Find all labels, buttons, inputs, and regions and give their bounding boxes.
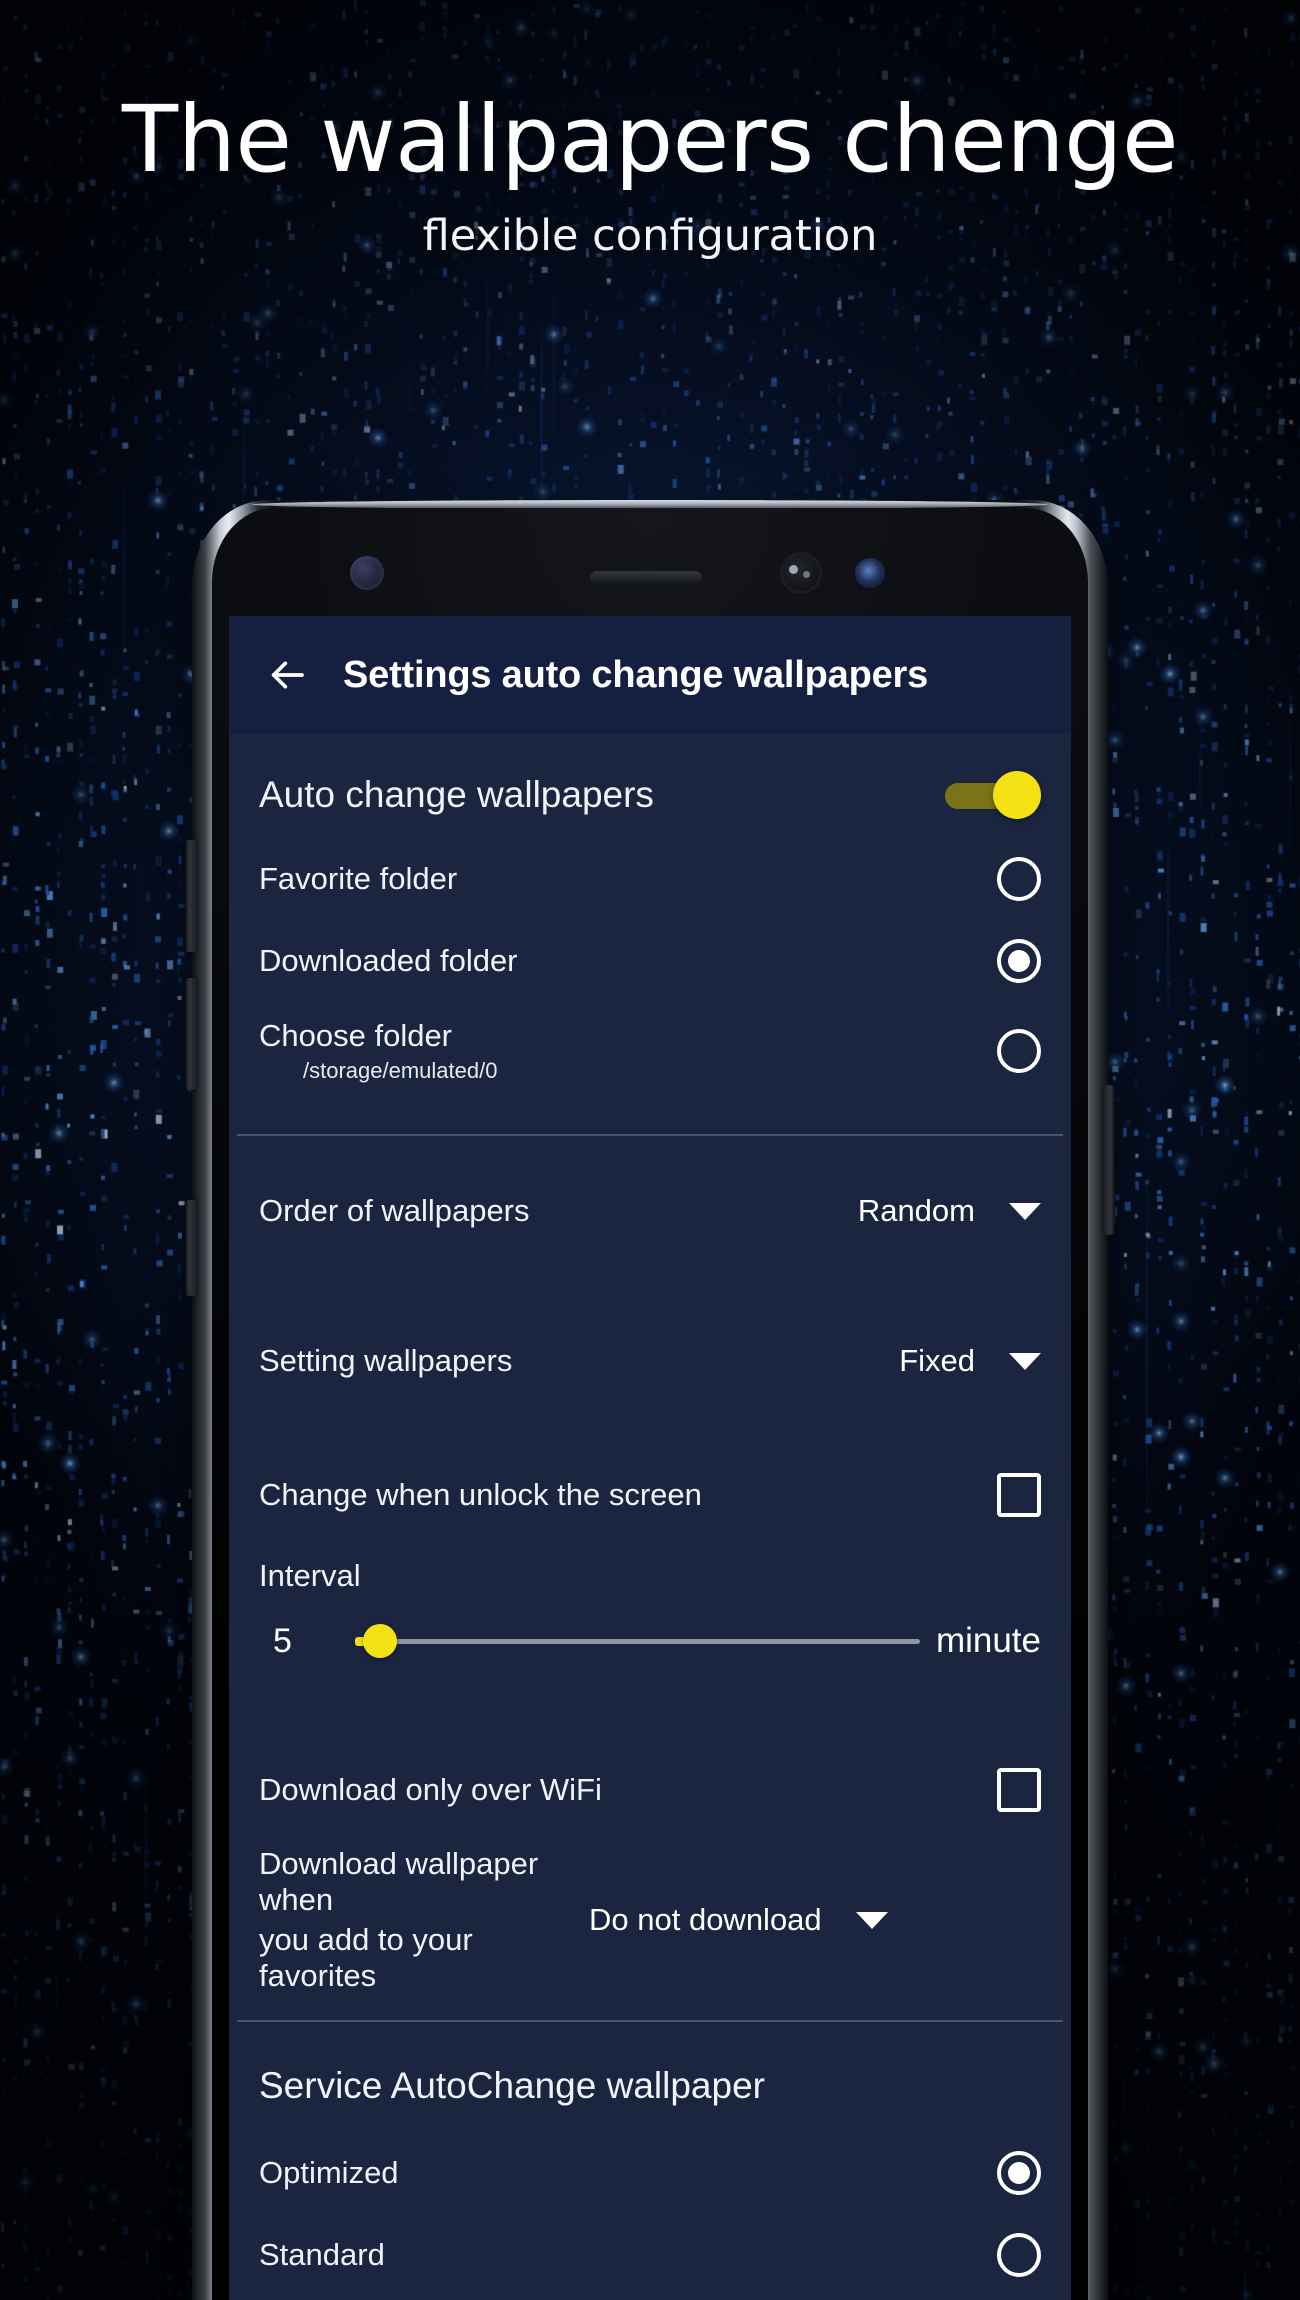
download-on-favorite-label-line1: Download wallpaper when <box>259 1846 539 1917</box>
order-of-wallpapers-value: Random <box>857 1193 975 1228</box>
chevron-down-icon[interactable] <box>1009 1352 1041 1370</box>
download-only-wifi-checkbox[interactable] <box>997 1768 1041 1812</box>
row-favorite-folder[interactable]: Favorite folder <box>229 838 1071 920</box>
row-service-optimized[interactable]: Optimized <box>229 2132 1071 2214</box>
chevron-down-icon[interactable] <box>1009 1202 1041 1220</box>
row-download-on-favorite[interactable]: Download wallpaper when you add to your … <box>229 1846 1071 1994</box>
download-on-favorite-dropdown[interactable]: Do not download <box>589 1902 888 1938</box>
promo-text-block: The wallpapers chenge flexible configura… <box>0 86 1300 261</box>
row-choose-folder[interactable]: Choose folder /storage/emulated/0 <box>229 1002 1071 1100</box>
service-optimized-label: Optimized <box>259 2155 399 2190</box>
radio-button[interactable] <box>997 1029 1041 1073</box>
interval-value: 5 <box>273 1621 292 1660</box>
section-service-autochange: Service AutoChange wallpaper Optimized S… <box>229 2022 1071 2296</box>
download-on-favorite-label-group: Download wallpaper when you add to your … <box>259 1846 589 1994</box>
choose-folder-path: /storage/emulated/0 <box>303 1058 498 1083</box>
auto-change-toggle[interactable] <box>945 769 1041 821</box>
row-interval-slider[interactable]: 5 minute <box>229 1598 1071 1684</box>
row-change-when-unlock[interactable]: Change when unlock the screen <box>229 1436 1071 1554</box>
service-standard-label: Standard <box>259 2237 385 2272</box>
download-only-wifi-label: Download only over WiFi <box>259 1772 602 1807</box>
setting-wallpapers-dropdown[interactable]: Fixed <box>899 1343 1041 1379</box>
row-download-only-wifi[interactable]: Download only over WiFi <box>229 1734 1071 1846</box>
checkbox[interactable] <box>997 1473 1041 1517</box>
switch-knob[interactable] <box>993 771 1041 819</box>
download-on-favorite-label-line2: you add to your favorites <box>259 1922 473 1993</box>
setting-wallpapers-value: Fixed <box>899 1343 975 1378</box>
iris-scanner-icon <box>855 558 885 588</box>
chevron-down-icon[interactable] <box>855 1911 888 1929</box>
promo-subheadline: flexible configuration <box>422 210 878 261</box>
service-standard-radio[interactable] <box>997 2233 1041 2277</box>
order-of-wallpapers-dropdown[interactable]: Random <box>858 1193 1041 1229</box>
slider-thumb[interactable] <box>363 1624 397 1658</box>
front-camera-icon <box>780 552 822 594</box>
radio-button[interactable] <box>997 857 1041 901</box>
row-interval-label: Interval <box>229 1554 1071 1598</box>
favorite-folder-radio[interactable] <box>997 857 1041 901</box>
choose-folder-label: Choose folder <box>259 1018 453 1053</box>
service-optimized-radio[interactable] <box>997 2151 1041 2195</box>
interval-label: Interval <box>259 1558 361 1593</box>
switch[interactable] <box>945 769 1041 821</box>
checkbox[interactable] <box>997 1768 1041 1812</box>
radio-button[interactable] <box>997 2233 1041 2277</box>
volume-down-button[interactable] <box>185 978 197 1090</box>
phone-mockup: Settings auto change wallpapers Auto cha… <box>185 500 1115 2300</box>
radio-button[interactable] <box>997 939 1041 983</box>
download-on-favorite-value: Do not download <box>589 1902 822 1937</box>
slider-track <box>363 1638 920 1644</box>
change-when-unlock-label: Change when unlock the screen <box>259 1477 702 1512</box>
page-title: Settings auto change wallpapers <box>343 653 929 696</box>
earpiece-speaker-icon <box>590 571 702 584</box>
downloaded-folder-label: Downloaded folder <box>259 943 518 978</box>
phone-screen: Settings auto change wallpapers Auto cha… <box>229 616 1071 2300</box>
row-service-standard[interactable]: Standard <box>229 2214 1071 2296</box>
back-arrow-icon[interactable] <box>255 643 319 707</box>
row-downloaded-folder[interactable]: Downloaded folder <box>229 920 1071 1002</box>
section-auto-change: Auto change wallpapers Favorite folder D… <box>229 734 1071 1134</box>
power-button[interactable] <box>1103 1085 1115 1235</box>
settings-content: Auto change wallpapers Favorite folder D… <box>229 734 1071 2300</box>
row-service-title: Service AutoChange wallpaper <box>229 2022 1071 2132</box>
service-section-title: Service AutoChange wallpaper <box>259 2065 765 2106</box>
phone-glass: Settings auto change wallpapers Auto cha… <box>212 508 1088 2300</box>
promo-screenshot: The wallpapers chenge flexible configura… <box>0 0 1300 2300</box>
order-of-wallpapers-label: Order of wallpapers <box>259 1193 530 1228</box>
promo-headline: The wallpapers chenge <box>121 86 1179 193</box>
volume-up-button[interactable] <box>185 840 197 952</box>
assistant-button[interactable] <box>185 1200 197 1296</box>
downloaded-folder-radio[interactable] <box>997 939 1041 983</box>
setting-wallpapers-label: Setting wallpapers <box>259 1343 513 1378</box>
auto-change-label: Auto change wallpapers <box>259 774 654 815</box>
interval-unit: minute <box>935 1621 1041 1660</box>
choose-folder-label-group: Choose folder /storage/emulated/0 <box>259 1018 997 1084</box>
proximity-sensor-icon <box>350 556 384 590</box>
change-when-unlock-checkbox[interactable] <box>997 1473 1041 1517</box>
radio-button[interactable] <box>997 2151 1041 2195</box>
row-setting-wallpapers[interactable]: Setting wallpapers Fixed <box>229 1286 1071 1436</box>
row-order-of-wallpapers[interactable]: Order of wallpapers Random <box>229 1136 1071 1286</box>
section-behaviour: Order of wallpapers Random Setting wallp… <box>229 1136 1071 2020</box>
favorite-folder-label: Favorite folder <box>259 861 458 896</box>
row-auto-change-wallpapers[interactable]: Auto change wallpapers <box>229 734 1071 838</box>
choose-folder-radio[interactable] <box>997 1029 1041 1073</box>
interval-slider[interactable] <box>345 1621 920 1661</box>
app-bar: Settings auto change wallpapers <box>229 616 1071 734</box>
